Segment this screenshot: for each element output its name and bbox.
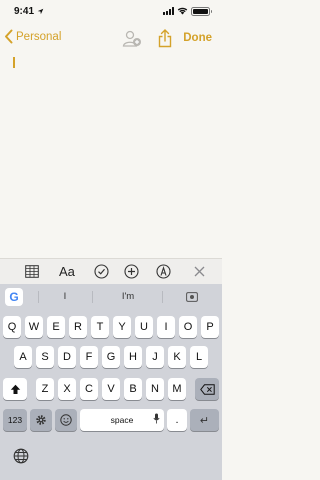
close-icon[interactable] [194,266,205,277]
google-icon[interactable]: G [5,288,23,306]
key-g[interactable]: G [102,346,120,368]
suggestion-bar: G I I'm [0,284,222,310]
key-h[interactable]: H [124,346,142,368]
space-key[interactable]: space [80,409,164,431]
suggestion-2[interactable]: I'm [108,291,148,302]
add-person-icon[interactable] [121,29,143,49]
suggestion-divider [92,291,93,303]
key-j[interactable]: J [146,346,164,368]
period-key[interactable]: . [167,409,187,431]
numbers-key[interactable]: 123 [3,409,27,431]
nav-bar: Personal Done [0,26,222,52]
add-icon[interactable] [124,264,139,279]
share-icon[interactable] [158,29,172,48]
key-m[interactable]: M [168,378,186,400]
key-v[interactable]: V [102,378,120,400]
delete-key[interactable] [195,378,219,400]
battery-icon [191,6,212,16]
key-z[interactable]: Z [36,378,54,400]
wifi-icon [177,7,188,15]
status-right [163,6,212,16]
key-q[interactable]: Q [3,316,21,338]
return-key[interactable]: ↵ [190,409,219,431]
return-icon: ↵ [199,414,210,427]
shift-icon [10,384,20,394]
key-x[interactable]: X [58,378,76,400]
emoji-key[interactable] [55,409,77,431]
suggestion-divider [38,291,39,303]
key-e[interactable]: E [47,316,65,338]
note-body[interactable] [0,52,222,258]
location-arrow-icon [37,8,44,14]
status-bar: 9:41 [0,0,222,22]
suggestion-divider [162,291,163,303]
key-f[interactable]: F [80,346,98,368]
checklist-icon[interactable] [94,264,109,279]
key-o[interactable]: O [179,316,197,338]
table-icon[interactable] [25,265,39,278]
globe-icon[interactable] [13,448,29,464]
text-format-icon[interactable]: Aa [59,264,75,279]
key-d[interactable]: D [58,346,76,368]
shift-key[interactable] [3,378,27,400]
settings-key[interactable] [30,409,52,431]
key-k[interactable]: K [168,346,186,368]
suggestion-1[interactable]: I [45,291,85,302]
key-n[interactable]: N [146,378,164,400]
status-time: 9:41 [14,5,35,17]
key-a[interactable]: A [14,346,32,368]
key-c[interactable]: C [80,378,98,400]
key-p[interactable]: P [201,316,219,338]
gear-icon [36,415,46,425]
key-r[interactable]: R [69,316,87,338]
key-t[interactable]: T [91,316,109,338]
back-label: Personal [16,30,62,43]
format-toolbar: Aa [0,258,222,284]
backspace-icon [199,383,215,395]
markup-icon[interactable] [156,264,171,279]
space-label: space [110,415,134,425]
key-y[interactable]: Y [113,316,131,338]
emoji-icon [60,414,72,426]
keyboard: G I I'm Q W E R T Y U I O P A S D F G H … [0,284,222,480]
chevron-left-icon [5,29,13,44]
gif-icon[interactable] [186,292,198,302]
key-b[interactable]: B [124,378,142,400]
key-i[interactable]: I [157,316,175,338]
key-w[interactable]: W [25,316,43,338]
status-left: 9:41 [14,6,44,17]
cellular-signal-icon [163,7,174,15]
microphone-icon[interactable] [153,413,160,424]
back-button[interactable]: Personal [4,29,61,44]
key-s[interactable]: S [36,346,54,368]
key-u[interactable]: U [135,316,153,338]
keyboard-bottom-bar [0,444,222,480]
key-l[interactable]: L [190,346,208,368]
done-button[interactable]: Done [183,32,212,44]
